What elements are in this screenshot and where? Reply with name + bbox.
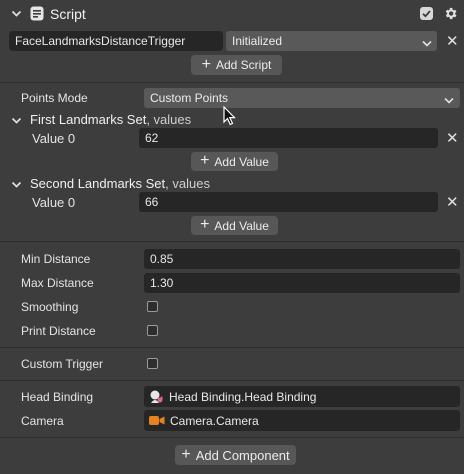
remove-second-value-x-icon[interactable]: ✕ — [446, 195, 459, 210]
divider — [0, 437, 464, 438]
print-distance-label: Print Distance — [21, 324, 96, 338]
divider — [0, 380, 464, 381]
add-script-label: Add Script — [215, 58, 272, 72]
camera-field[interactable]: Camera.Camera — [144, 410, 460, 431]
head-binding-label: Head Binding — [21, 390, 94, 404]
first-set-title: First Landmarks Set, values — [30, 113, 191, 126]
first-set-subtitle: , values — [146, 112, 192, 127]
second-set-title: Second Landmarks Set, values — [30, 177, 210, 190]
divider — [0, 241, 464, 242]
add-component-label: Add Component — [195, 447, 290, 463]
second-set-value-field[interactable]: 66 — [139, 192, 438, 212]
smoothing-checkbox[interactable] — [147, 301, 158, 312]
plus-icon: + — [201, 55, 211, 73]
script-status-dropdown[interactable]: Initialized — [226, 31, 437, 51]
second-set-value-text: 66 — [145, 195, 159, 209]
settings-gear-icon[interactable] — [443, 6, 458, 21]
remove-first-value-x-icon[interactable]: ✕ — [446, 131, 459, 146]
script-status-value: Initialized — [232, 34, 283, 48]
first-set-value-field[interactable]: 62 — [139, 128, 438, 148]
plus-icon: + — [181, 445, 191, 463]
mouse-cursor-icon — [223, 105, 237, 126]
camera-icon — [149, 415, 165, 426]
add-second-value-button[interactable]: + Add Value — [191, 216, 278, 235]
first-set-value-text: 62 — [145, 131, 159, 145]
plus-icon: + — [200, 152, 210, 169]
divider — [0, 347, 464, 348]
points-mode-value: Custom Points — [150, 91, 229, 105]
first-set-title-text: First Landmarks Set — [30, 112, 147, 127]
head-binding-field[interactable]: Head Binding.Head Binding — [144, 386, 460, 407]
second-set-title-text: Second Landmarks Set — [30, 176, 166, 191]
collapse-chevron-icon[interactable] — [11, 8, 23, 20]
add-first-value-label: Add Value — [214, 154, 269, 169]
min-distance-value: 0.85 — [150, 252, 174, 266]
status-chevron-down-icon — [422, 37, 432, 47]
script-asset-field[interactable]: FaceLandmarksDistanceTrigger — [9, 31, 223, 51]
min-distance-field[interactable]: 0.85 — [144, 249, 460, 269]
first-set-value-label: Value 0 — [32, 131, 76, 146]
camera-label: Camera — [21, 414, 64, 428]
camera-value: Camera.Camera — [170, 413, 259, 428]
second-set-value-label: Value 0 — [32, 195, 76, 210]
first-set-chevron-down-icon[interactable] — [11, 115, 22, 124]
points-mode-label: Points Mode — [21, 91, 88, 105]
component-title: Script — [50, 6, 86, 22]
component-enabled-checkbox[interactable] — [420, 7, 433, 20]
points-mode-dropdown[interactable]: Custom Points — [144, 88, 460, 108]
add-first-value-button[interactable]: + Add Value — [191, 152, 278, 171]
add-component-button[interactable]: + Add Component — [175, 445, 296, 465]
divider — [0, 82, 464, 83]
custom-trigger-checkbox[interactable] — [147, 358, 158, 369]
head-binding-value: Head Binding.Head Binding — [169, 389, 317, 404]
print-distance-checkbox[interactable] — [147, 325, 158, 336]
second-set-subtitle: , values — [165, 176, 210, 191]
script-asset-name: FaceLandmarksDistanceTrigger — [15, 34, 186, 48]
second-set-chevron-down-icon[interactable] — [11, 179, 22, 188]
points-mode-chevron-down-icon — [444, 94, 454, 104]
custom-trigger-label: Custom Trigger — [21, 357, 104, 371]
add-script-button[interactable]: + Add Script — [191, 55, 282, 75]
head-binding-icon — [149, 389, 164, 404]
script-component-icon — [30, 6, 44, 21]
add-second-value-label: Add Value — [214, 218, 269, 233]
max-distance-field[interactable]: 1.30 — [144, 273, 460, 293]
plus-icon: + — [200, 216, 210, 233]
smoothing-label: Smoothing — [21, 300, 79, 314]
min-distance-label: Min Distance — [21, 252, 91, 266]
max-distance-label: Max Distance — [21, 276, 94, 290]
remove-script-x-icon[interactable]: ✕ — [446, 34, 459, 49]
max-distance-value: 1.30 — [150, 276, 174, 290]
